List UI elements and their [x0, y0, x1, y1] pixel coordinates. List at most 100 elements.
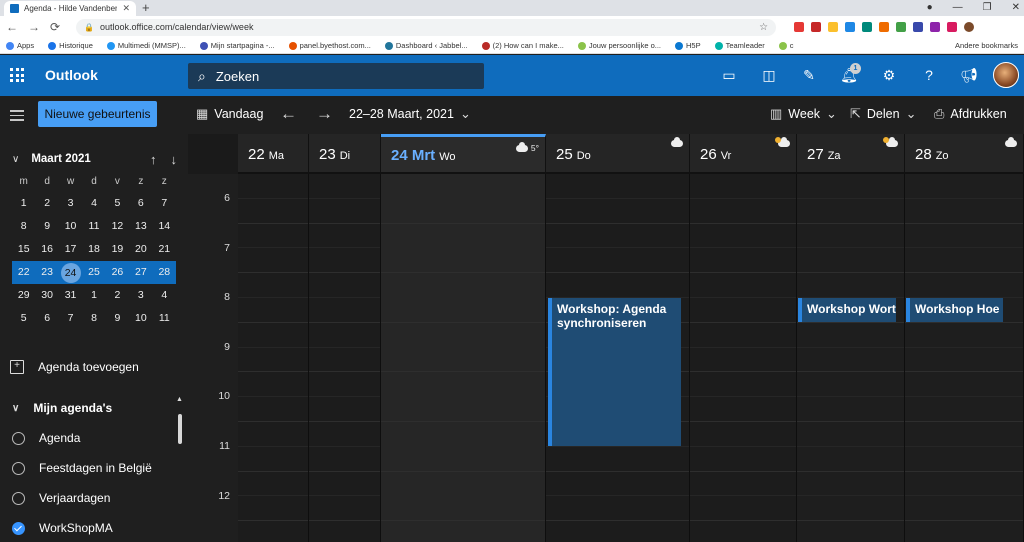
mini-calendar-day[interactable]: 6 [35, 308, 58, 329]
time-slot[interactable] [690, 273, 796, 298]
time-slot[interactable] [905, 224, 1023, 249]
mini-calendar-day[interactable]: 8 [82, 308, 105, 329]
time-slot[interactable] [546, 447, 689, 472]
mini-calendar-day[interactable]: 3 [129, 285, 152, 306]
time-slot[interactable] [546, 224, 689, 249]
url-field[interactable]: 🔒 outlook.office.com/calendar/view/week … [76, 18, 777, 36]
day-column[interactable] [309, 174, 381, 542]
time-slot[interactable] [381, 348, 545, 373]
time-slot[interactable] [309, 348, 380, 373]
bookmark-item[interactable]: Jouw persoonlijke o... [577, 41, 661, 50]
new-tab-icon[interactable]: + [142, 0, 150, 15]
bookmark-item[interactable]: Teamleader [714, 41, 765, 50]
app-name[interactable]: Outlook [45, 67, 98, 83]
weather-forecast[interactable] [883, 137, 898, 147]
previous-week-arrow-icon[interactable]: ← [280, 104, 297, 124]
time-slot[interactable] [309, 521, 380, 542]
time-slot[interactable] [797, 174, 904, 199]
time-slot[interactable] [381, 174, 545, 199]
time-slot[interactable] [546, 174, 689, 199]
bookmark-item[interactable]: Apps [6, 41, 34, 50]
mini-calendar-day[interactable]: 17 [59, 239, 82, 260]
my-calendars-header[interactable]: ∨ Mijn agenda's [12, 401, 112, 415]
time-slot[interactable] [797, 224, 904, 249]
time-slot[interactable] [797, 472, 904, 497]
mini-calendar-day[interactable]: 9 [35, 216, 58, 237]
bookmark-item[interactable]: c [778, 41, 794, 50]
time-slot[interactable] [690, 174, 796, 199]
previous-month-arrow-icon[interactable]: ↑ [150, 152, 157, 167]
time-slot[interactable] [905, 472, 1023, 497]
forward-icon[interactable]: → [28, 20, 40, 34]
time-slot[interactable] [381, 372, 545, 398]
help-icon[interactable]: ? [920, 63, 938, 87]
time-slot[interactable] [797, 496, 904, 522]
extension-icon[interactable] [828, 22, 839, 32]
browser-avatar[interactable] [964, 22, 975, 32]
day-header[interactable]: 22 Ma [238, 134, 309, 174]
time-slot[interactable] [797, 323, 904, 348]
unchecked-circle-icon[interactable] [12, 461, 25, 475]
time-slot[interactable] [690, 496, 796, 522]
day-header[interactable]: 26 Vr [690, 134, 797, 174]
time-slot[interactable] [797, 447, 904, 472]
mini-calendar-day[interactable]: 22 [12, 262, 35, 283]
time-slot[interactable] [797, 521, 904, 542]
mini-calendar-day[interactable]: 7 [153, 193, 176, 214]
mini-calendar-day[interactable]: 26 [106, 262, 129, 283]
view-switcher[interactable]: ▥ Week ⌄ [770, 106, 837, 122]
mini-calendar-day[interactable]: 31 [59, 285, 82, 306]
time-slot[interactable] [905, 397, 1023, 422]
mini-calendar-day[interactable]: 16 [35, 239, 58, 260]
add-calendar-button[interactable]: + Agenda toevoegen [10, 360, 139, 374]
time-slot[interactable] [381, 224, 545, 249]
time-slot[interactable] [381, 298, 545, 323]
bookmark-item[interactable]: Mijn startpagina -... [199, 41, 275, 50]
time-slot[interactable] [381, 472, 545, 497]
today-button[interactable]: ▦ Vandaag [196, 106, 263, 122]
mini-calendar-day[interactable]: 21 [153, 239, 176, 260]
search-input[interactable]: ⌕ Zoeken [188, 63, 484, 89]
day-header[interactable]: 24 Mrt Wo 5° [381, 134, 546, 174]
time-slot[interactable] [309, 248, 380, 274]
time-slot[interactable] [546, 199, 689, 224]
mini-calendar-day[interactable]: 14 [153, 216, 176, 237]
time-slot[interactable] [309, 397, 380, 422]
time-slot[interactable] [238, 397, 308, 422]
time-slot[interactable] [238, 472, 308, 497]
mini-calendar-day[interactable]: 4 [153, 285, 176, 306]
restore-icon[interactable]: ❐ [983, 0, 992, 15]
time-slot[interactable] [238, 422, 308, 447]
time-slot[interactable] [797, 422, 904, 447]
bookmark-item[interactable]: panel.byethost.com... [288, 41, 371, 50]
day-header[interactable]: 25 Do [546, 134, 690, 174]
unchecked-circle-icon[interactable] [12, 431, 25, 445]
time-slot[interactable] [546, 472, 689, 497]
left-pane-scrollbar[interactable] [178, 414, 182, 444]
time-slot[interactable] [238, 298, 308, 323]
day-header[interactable]: 28 Zo [905, 134, 1024, 174]
time-slot[interactable] [797, 348, 904, 373]
lock-icon[interactable]: 🔒 [84, 23, 94, 32]
time-slot[interactable] [905, 372, 1023, 398]
time-slot[interactable] [546, 273, 689, 298]
time-slot[interactable] [797, 248, 904, 274]
time-slot[interactable] [309, 224, 380, 249]
time-slot[interactable] [690, 348, 796, 373]
time-slot[interactable] [238, 248, 308, 274]
bookmark-star-icon[interactable]: ☆ [759, 22, 768, 33]
teams-chat-icon[interactable]: ▭ [720, 63, 738, 87]
close-window-icon[interactable]: ✕ [1012, 0, 1020, 15]
time-slot[interactable] [309, 323, 380, 348]
mini-calendar-day[interactable]: 3 [59, 193, 82, 214]
time-slot[interactable] [905, 323, 1023, 348]
time-slot[interactable] [381, 248, 545, 274]
mini-calendar-day[interactable]: 4 [82, 193, 105, 214]
time-slot[interactable] [690, 199, 796, 224]
time-slot[interactable] [238, 273, 308, 298]
time-slot[interactable] [238, 348, 308, 373]
unchecked-circle-icon[interactable] [12, 491, 25, 505]
user-avatar[interactable] [993, 62, 1019, 88]
day-header[interactable]: 23 Di [309, 134, 381, 174]
feedback-megaphone-icon[interactable]: 📢︎ [960, 63, 978, 87]
